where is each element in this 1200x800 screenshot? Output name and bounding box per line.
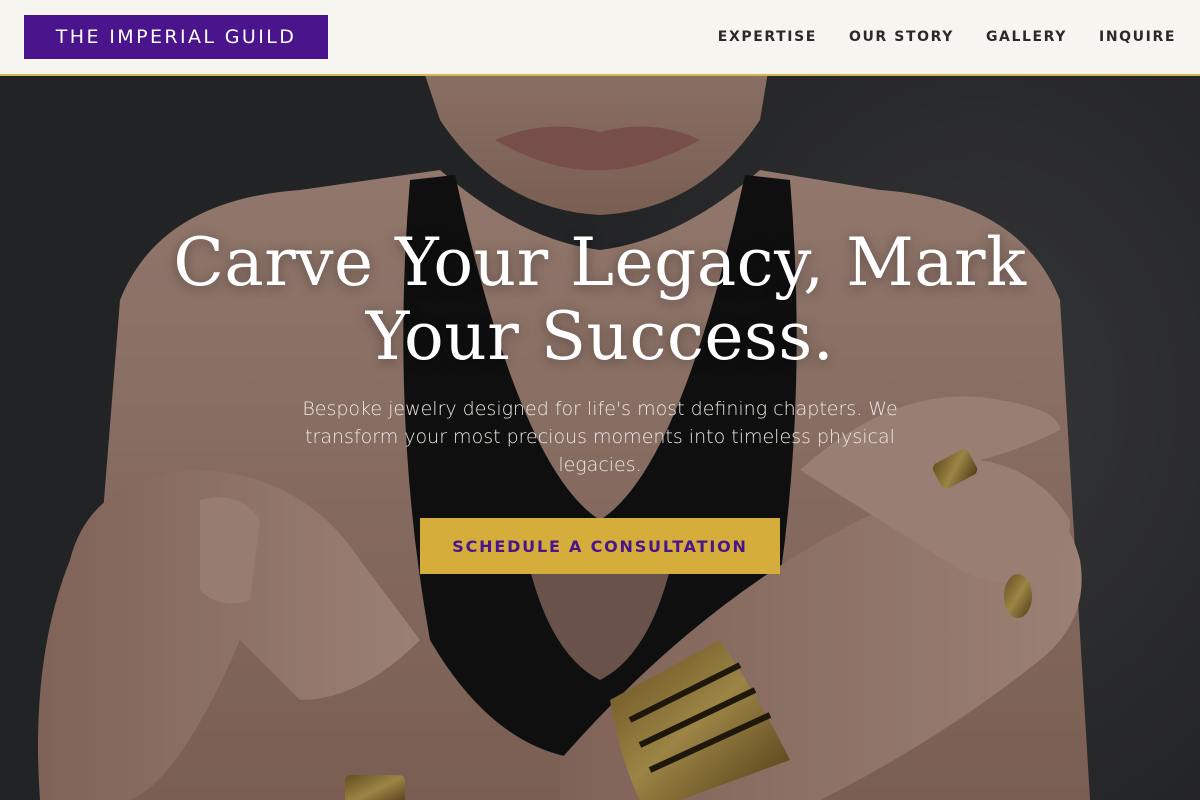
brand-logo[interactable]: THE IMPERIAL GUILD (24, 15, 328, 59)
top-navigation: THE IMPERIAL GUILD EXPERTISE OUR STORY G… (0, 0, 1200, 76)
schedule-consultation-button[interactable]: SCHEDULE A CONSULTATION (420, 518, 780, 574)
hero-content: Carve Your Legacy, Mark Your Success. Be… (0, 0, 1200, 800)
nav-link-inquire[interactable]: INQUIRE (1099, 29, 1176, 45)
hero-subtext: Bespoke jewelry designed for life's most… (302, 398, 898, 476)
nav-link-gallery[interactable]: GALLERY (986, 29, 1067, 45)
nav-link-expertise[interactable]: EXPERTISE (718, 29, 817, 45)
hero-headline: Carve Your Legacy, Mark Your Success. (173, 224, 1027, 375)
main-menu: EXPERTISE OUR STORY GALLERY INQUIRE (686, 29, 1176, 45)
nav-link-our-story[interactable]: OUR STORY (849, 29, 954, 45)
